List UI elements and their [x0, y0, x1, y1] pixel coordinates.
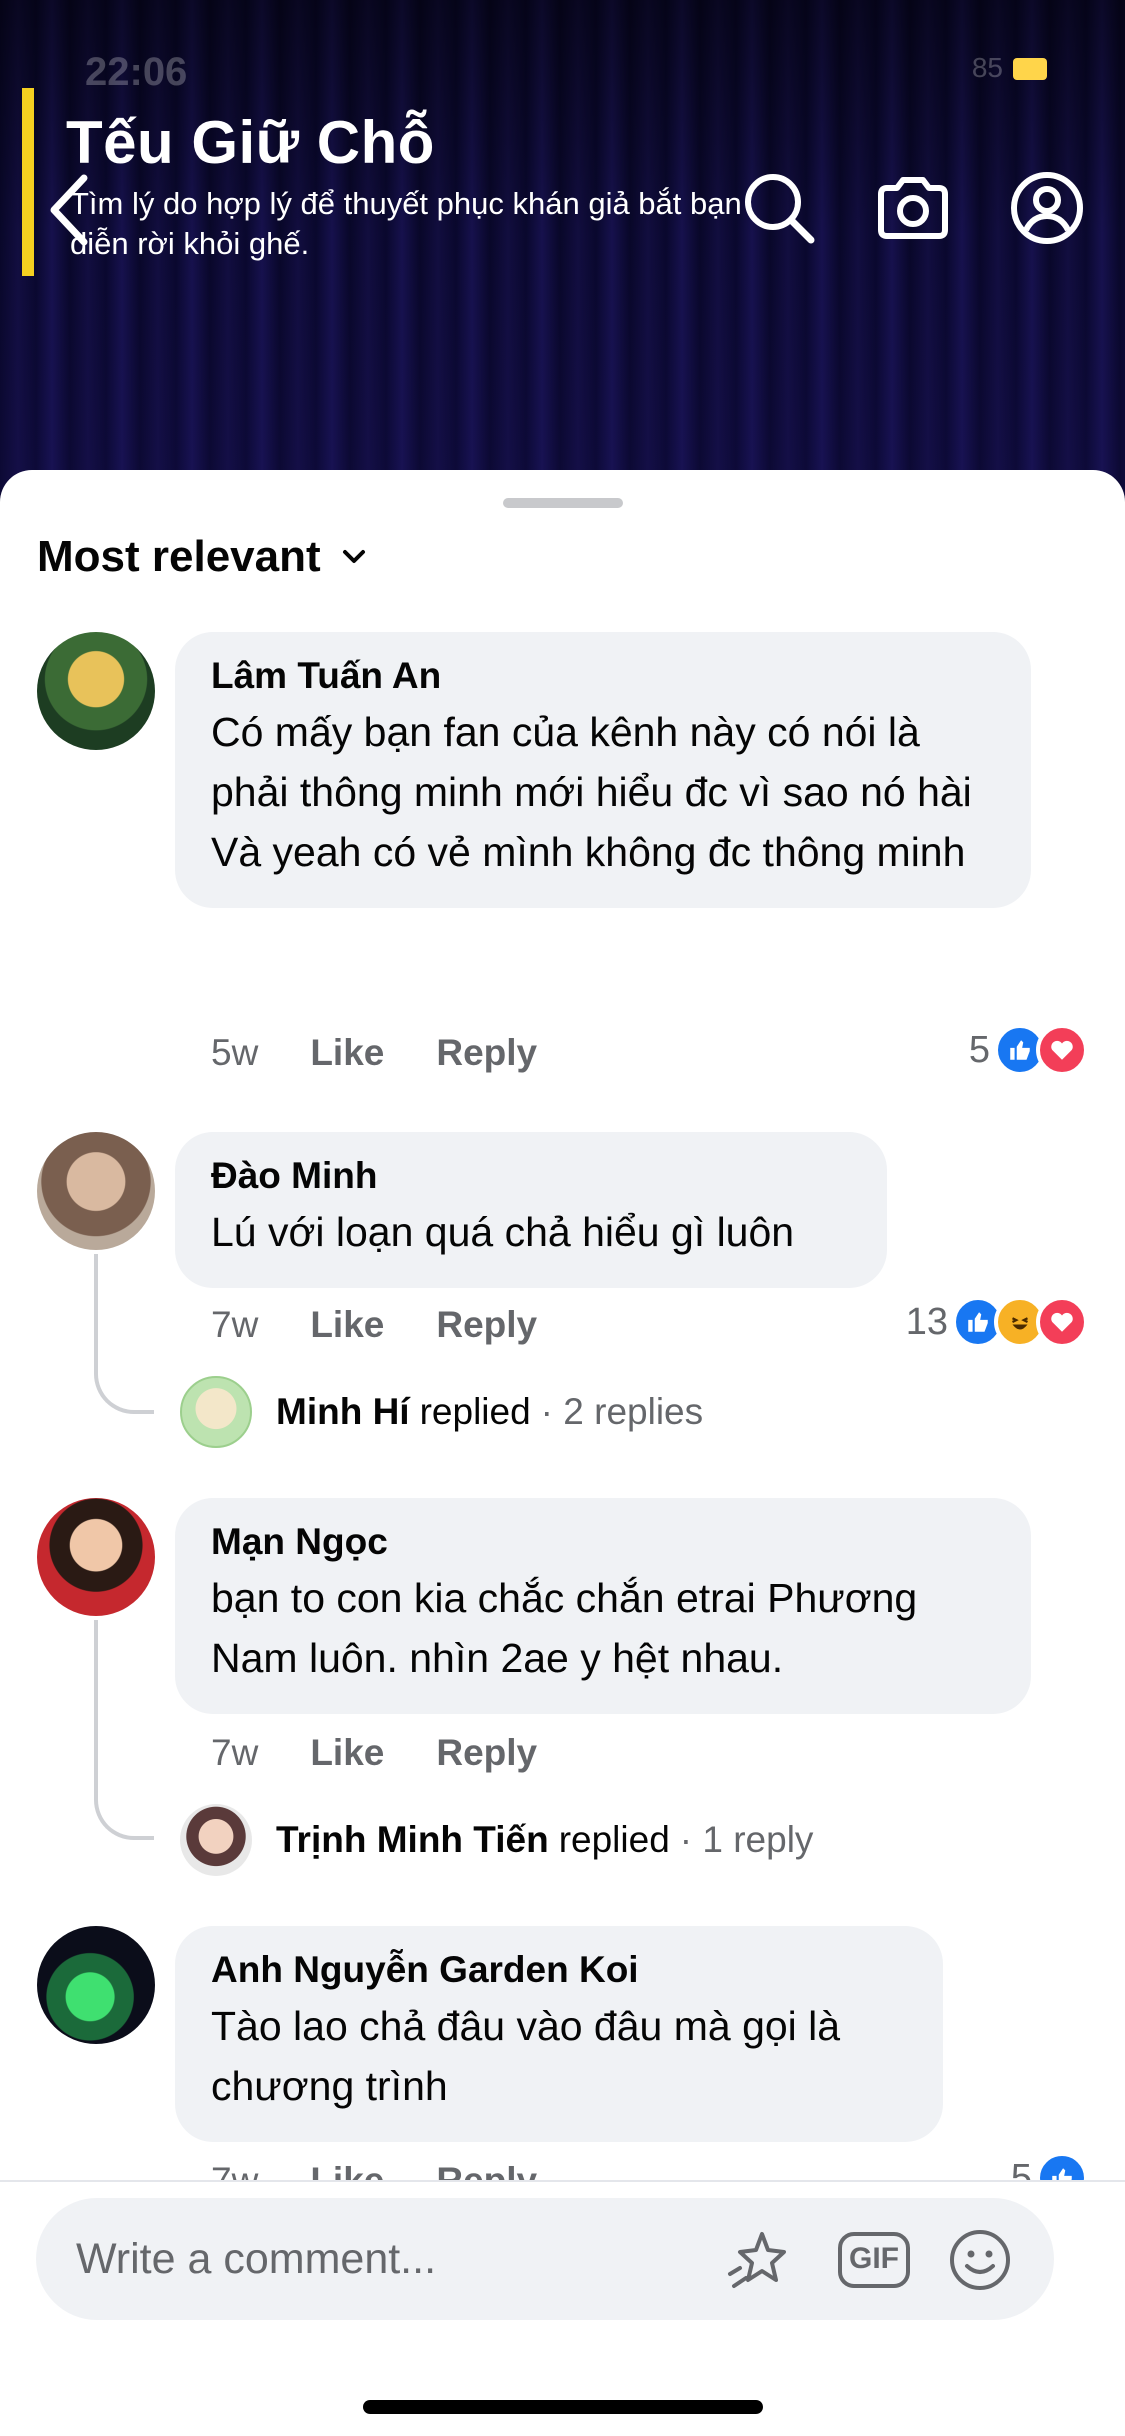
- reaction-count: 5: [968, 1028, 990, 1071]
- comment-bubble: Đào Minh Lú với loạn quá chả hiểu gì luô…: [175, 1132, 887, 1288]
- comment-text: Tào lao chả đâu vào đâu mà gọi là chương…: [211, 2003, 841, 2109]
- thread-connector: [94, 1620, 154, 1840]
- like-button[interactable]: Like: [310, 1304, 384, 1346]
- reply-verb: replied: [558, 1819, 670, 1860]
- reply-button[interactable]: Reply: [436, 1304, 537, 1346]
- comment-bubble: Anh Nguyễn Garden Koi Tào lao chả đâu và…: [175, 1926, 943, 2142]
- comment-bubble: Mạn Ngọc bạn to con kia chắc chắn etrai …: [175, 1498, 1031, 1714]
- comment-author[interactable]: Mạn Ngọc: [211, 1520, 995, 1564]
- comments-sheet: Most relevant Lâm Tuấn An Có mấy bạn fan…: [0, 470, 1125, 2436]
- avatar[interactable]: [37, 1132, 155, 1250]
- avatar-sticker-button[interactable]: [726, 2228, 790, 2292]
- sheet-grabber[interactable]: [503, 498, 623, 508]
- gif-button[interactable]: GIF: [836, 2228, 912, 2292]
- comment-bubble: Lâm Tuấn An Có mấy bạn fan của kênh này …: [175, 632, 1031, 908]
- comment-author[interactable]: Lâm Tuấn An: [211, 654, 995, 698]
- comment-time: 5w: [211, 1032, 259, 1073]
- camera-button[interactable]: [875, 170, 951, 246]
- video-subtitle: Tìm lý do hợp lý để thuyết phục khán giả…: [70, 186, 742, 261]
- profile-button[interactable]: [1009, 170, 1085, 246]
- comment-author[interactable]: Anh Nguyễn Garden Koi: [211, 1948, 907, 1992]
- chevron-left-icon: [50, 174, 88, 246]
- search-button[interactable]: [741, 170, 817, 246]
- back-button[interactable]: [40, 170, 100, 250]
- reply-verb: replied: [419, 1391, 531, 1432]
- comment-author[interactable]: Đào Minh: [211, 1154, 851, 1198]
- gif-label: GIF: [849, 2242, 899, 2275]
- camera-icon: [878, 177, 948, 239]
- reaction-summary[interactable]: 5: [969, 1024, 1088, 1076]
- reply-author: Trịnh Minh Tiến: [276, 1819, 549, 1860]
- sparkle-star-icon: [728, 2232, 786, 2288]
- reply-button[interactable]: Reply: [436, 1032, 537, 1074]
- like-button[interactable]: Like: [310, 1732, 384, 1774]
- battery-icon: [1013, 58, 1047, 80]
- comment-text: Có mấy bạn fan của kênh này có nói là ph…: [211, 709, 972, 875]
- reply-author: Minh Hí: [276, 1391, 410, 1432]
- status-time: 22:06: [85, 50, 188, 94]
- comment-time: 7w: [211, 1304, 259, 1345]
- comment-composer: GIF: [36, 2198, 1054, 2320]
- reaction-count: 13: [905, 1300, 948, 1343]
- emoji-button[interactable]: [948, 2228, 1012, 2292]
- reply-button[interactable]: Reply: [436, 1732, 537, 1774]
- reaction-summary[interactable]: 13: [906, 1296, 1088, 1348]
- comment-text: Lú với loạn quá chả hiểu gì luôn: [211, 1209, 795, 1255]
- view-replies-link[interactable]: Trịnh Minh Tiến replied · 1 reply: [180, 1804, 813, 1876]
- reply-count: · 2 replies: [540, 1391, 704, 1432]
- like-button[interactable]: Like: [310, 1032, 384, 1074]
- avatar[interactable]: [37, 1498, 155, 1616]
- love-reaction-icon: [1036, 1296, 1088, 1348]
- sort-dropdown[interactable]: Most relevant: [37, 532, 371, 582]
- sort-label: Most relevant: [37, 532, 321, 581]
- battery-percent: 85: [971, 52, 1003, 83]
- thread-connector: [94, 1254, 154, 1414]
- avatar[interactable]: [37, 632, 155, 750]
- chevron-down-icon: [342, 550, 365, 563]
- home-indicator[interactable]: [363, 2400, 763, 2414]
- reply-avatar: [180, 1376, 252, 1448]
- title-accent-bar: [22, 88, 34, 276]
- love-reaction-icon: [1036, 1024, 1088, 1076]
- avatar[interactable]: [37, 1926, 155, 2044]
- view-replies-link[interactable]: Minh Hí replied · 2 replies: [180, 1376, 703, 1448]
- search-icon: [745, 174, 815, 244]
- video-title: Tếu Giữ Chỗ: [66, 109, 435, 176]
- smiley-icon: [950, 2230, 1010, 2290]
- profile-icon: [1011, 172, 1083, 244]
- comment-composer-bar: GIF: [0, 2180, 1125, 2436]
- reply-avatar: [180, 1804, 252, 1876]
- reply-count: · 1 reply: [679, 1819, 814, 1860]
- comment-time: 7w: [211, 1732, 259, 1773]
- comment-text: bạn to con kia chắc chắn etrai Phương Na…: [211, 1575, 918, 1681]
- comment-input[interactable]: [76, 2220, 716, 2298]
